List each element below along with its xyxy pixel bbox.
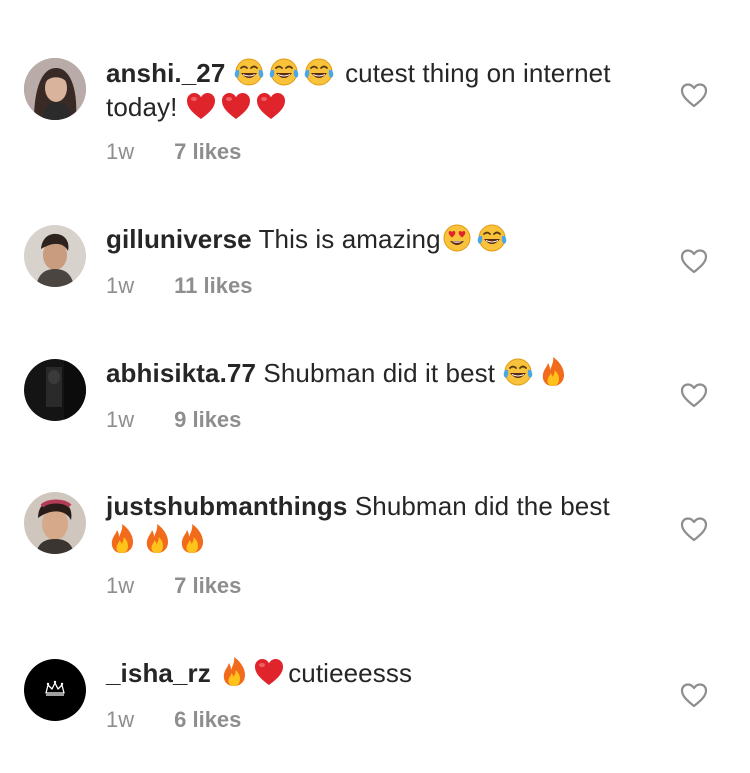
comment-username[interactable]: gilluniverse	[106, 224, 252, 254]
heart-icon[interactable]	[680, 248, 708, 274]
heart-icon[interactable]	[680, 516, 708, 542]
comment-text: gilluniverse This is amazing	[106, 222, 636, 256]
face-with-tears-of-joy-icon	[303, 56, 335, 88]
comment-body: This is amazing	[258, 224, 441, 254]
comment-meta: 1w 7 likes	[106, 573, 241, 599]
avatar[interactable]	[24, 659, 86, 721]
avatar[interactable]	[24, 359, 86, 421]
avatar[interactable]	[24, 225, 86, 287]
emoji-group	[502, 356, 572, 388]
comment-timestamp: 1w	[106, 407, 135, 432]
avatar[interactable]	[24, 492, 86, 554]
comment-text: _isha_rz cutieeesss	[106, 656, 636, 690]
comment-timestamp: 1w	[106, 273, 135, 298]
heart-icon[interactable]	[680, 382, 708, 408]
comment-timestamp: 1w	[106, 573, 135, 598]
comment-meta: 1w 9 likes	[106, 407, 241, 433]
fire-icon	[537, 356, 569, 388]
face-with-tears-of-joy-icon	[233, 56, 265, 88]
face-with-tears-of-joy-icon	[268, 56, 300, 88]
comment-username[interactable]: justshubmanthings	[106, 491, 347, 521]
comment-timestamp: 1w	[106, 139, 135, 164]
comment-text: abhisikta.77 Shubman did it best	[106, 356, 636, 390]
comment-body: cutieeesss	[288, 658, 413, 688]
emoji-group	[441, 224, 511, 254]
comment-timestamp: 1w	[106, 707, 135, 732]
smiling-face-with-heart-eyes-icon	[441, 222, 473, 254]
fire-icon	[176, 523, 208, 555]
emoji-group	[218, 656, 288, 688]
comment-likes-count[interactable]: 7 likes	[174, 573, 241, 598]
fire-icon	[141, 523, 173, 555]
comment-username[interactable]: _isha_rz	[106, 658, 211, 688]
comment-likes-count[interactable]: 6 likes	[174, 707, 241, 732]
red-heart-icon	[255, 90, 287, 122]
red-heart-icon	[185, 90, 217, 122]
comment-text: justshubmanthings Shubman did the best	[106, 490, 636, 557]
fire-icon	[218, 656, 250, 688]
comment-username[interactable]: abhisikta.77	[106, 358, 256, 388]
emoji-group	[233, 58, 338, 88]
comment-body: Shubman did it best	[263, 358, 496, 388]
red-heart-icon	[253, 656, 285, 688]
fire-icon	[106, 523, 138, 555]
red-heart-icon	[220, 90, 252, 122]
heart-icon[interactable]	[680, 82, 708, 108]
emoji-group	[185, 92, 290, 122]
comment-likes-count[interactable]: 7 likes	[174, 139, 241, 164]
face-with-tears-of-joy-icon	[476, 222, 508, 254]
comment-likes-count[interactable]: 11 likes	[174, 273, 252, 298]
avatar[interactable]	[24, 58, 86, 120]
comment-meta: 1w 6 likes	[106, 707, 241, 733]
comment-meta: 1w 7 likes	[106, 139, 241, 165]
heart-icon[interactable]	[680, 682, 708, 708]
emoji-group	[106, 523, 211, 555]
comment-text: anshi._27 cutest thing on internet today…	[106, 56, 636, 124]
comment-body: Shubman did the best	[354, 491, 610, 521]
comment-meta: 1w 11 likes	[106, 273, 252, 299]
comment-username[interactable]: anshi._27	[106, 58, 225, 88]
comment-likes-count[interactable]: 9 likes	[174, 407, 241, 432]
face-with-tears-of-joy-icon	[502, 356, 534, 388]
